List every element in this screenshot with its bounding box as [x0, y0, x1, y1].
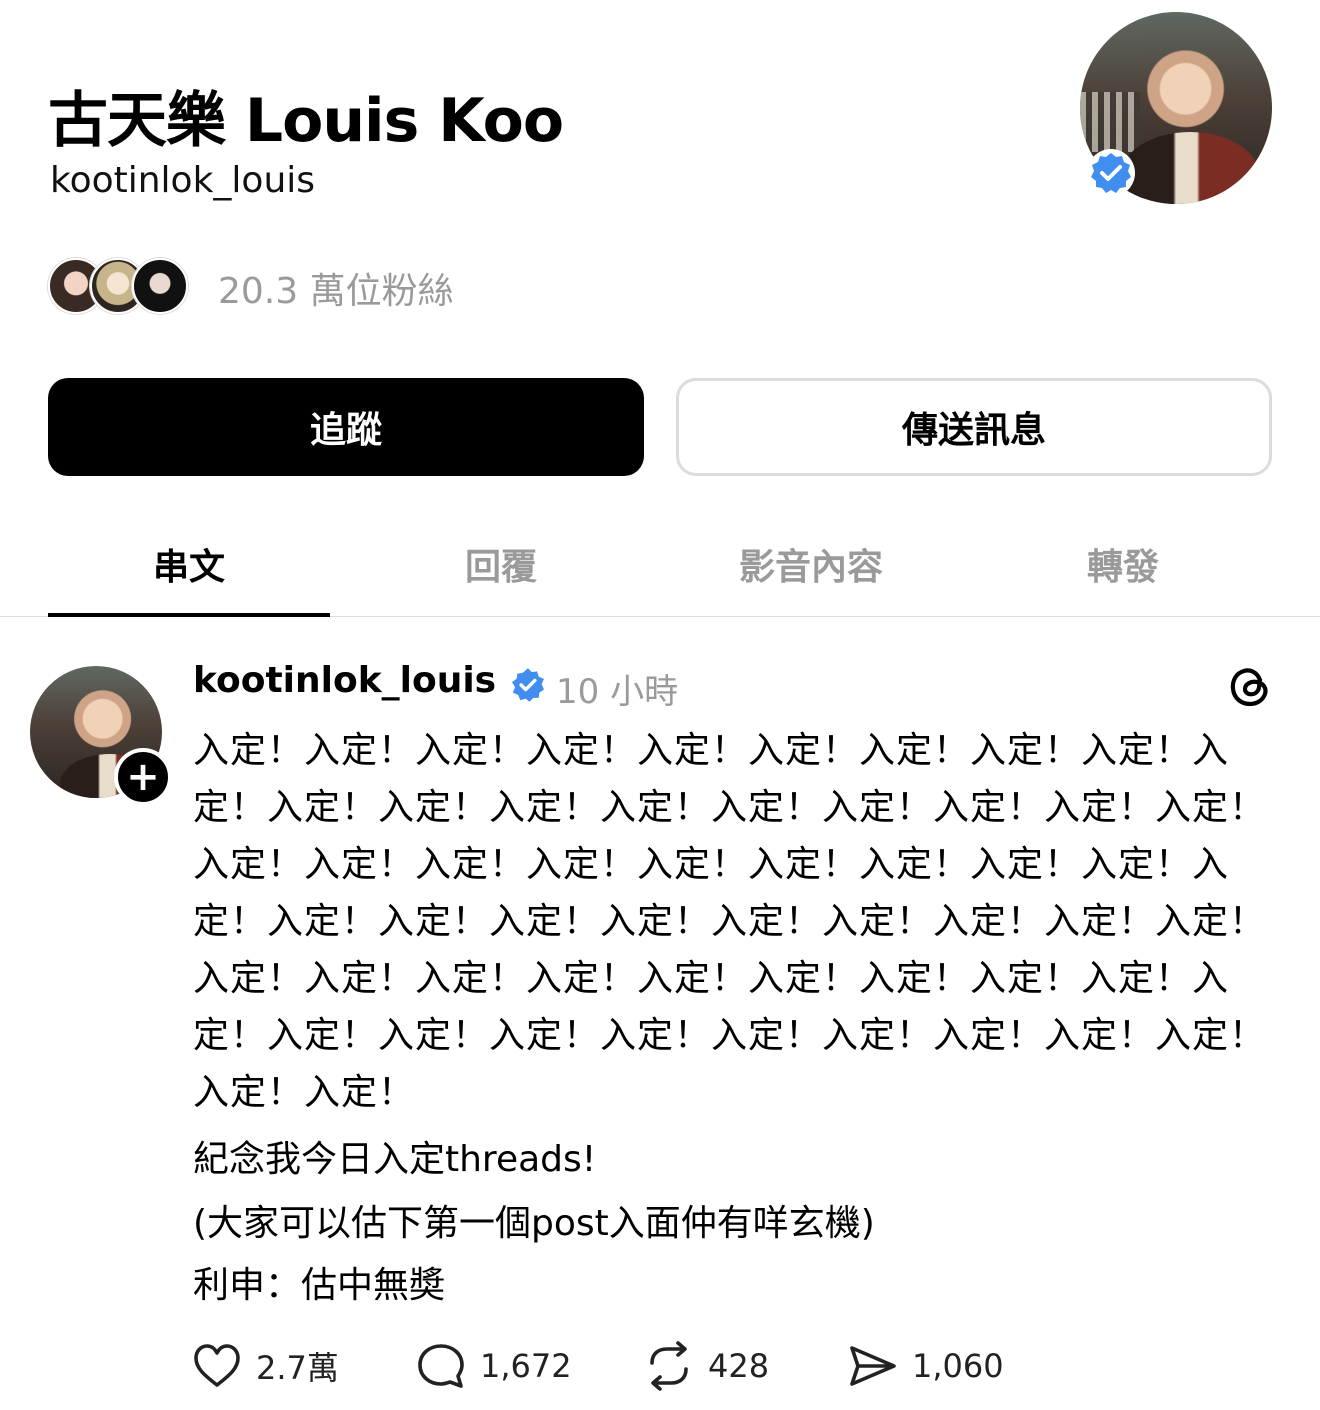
share-button[interactable]: 1,060 — [846, 1338, 1004, 1394]
post-body-text: 入定！入定！入定！入定！入定！入定！入定！入定！入定！入定！入定！入定！入定！入… — [193, 730, 1267, 1113]
verified-badge-icon — [512, 668, 544, 702]
follower-avatar — [132, 258, 188, 314]
tab-reposts[interactable]: 轉發 — [982, 538, 1264, 590]
post-line-commemorate: 紀念我今日入定threads! — [193, 1139, 597, 1180]
tab-threads[interactable]: 串文 — [48, 538, 330, 590]
post-time: 10 小時 — [556, 672, 679, 712]
threads-logo-icon[interactable] — [1224, 660, 1274, 712]
profile-display-name: 古天樂 Louis Koo — [48, 86, 564, 156]
active-tab-indicator — [48, 613, 330, 617]
like-button[interactable]: 2.7萬 — [190, 1338, 339, 1394]
heart-icon — [194, 1344, 240, 1387]
message-button[interactable]: 傳送訊息 — [676, 378, 1272, 476]
post-author[interactable]: kootinlok_louis — [193, 660, 496, 701]
comment-count: 1,672 — [480, 1347, 572, 1385]
repost-icon — [650, 1341, 688, 1391]
verified-badge-icon — [1087, 149, 1135, 197]
like-count: 2.7萬 — [256, 1349, 339, 1387]
tab-replies[interactable]: 回覆 — [360, 538, 642, 590]
post-line-hint: (大家可以估下第一個post入面仲有咩玄機) — [193, 1203, 875, 1244]
follow-plus-icon[interactable]: + — [114, 748, 172, 806]
reply-button[interactable]: 1,672 — [414, 1338, 572, 1394]
comment-icon — [418, 1344, 464, 1388]
follower-avatars[interactable] — [48, 258, 188, 314]
tab-media[interactable]: 影音內容 — [670, 538, 952, 590]
post-line-disclaimer: 利申：估中無奬 — [193, 1265, 446, 1306]
share-count: 1,060 — [912, 1347, 1004, 1385]
profile-handle: kootinlok_louis — [50, 160, 316, 201]
followers-count[interactable]: 20.3 萬位粉絲 — [218, 262, 454, 314]
repost-count: 428 — [708, 1347, 770, 1385]
follow-button[interactable]: 追蹤 — [48, 378, 644, 476]
send-icon — [850, 1346, 896, 1386]
repost-button[interactable]: 428 — [642, 1338, 769, 1394]
